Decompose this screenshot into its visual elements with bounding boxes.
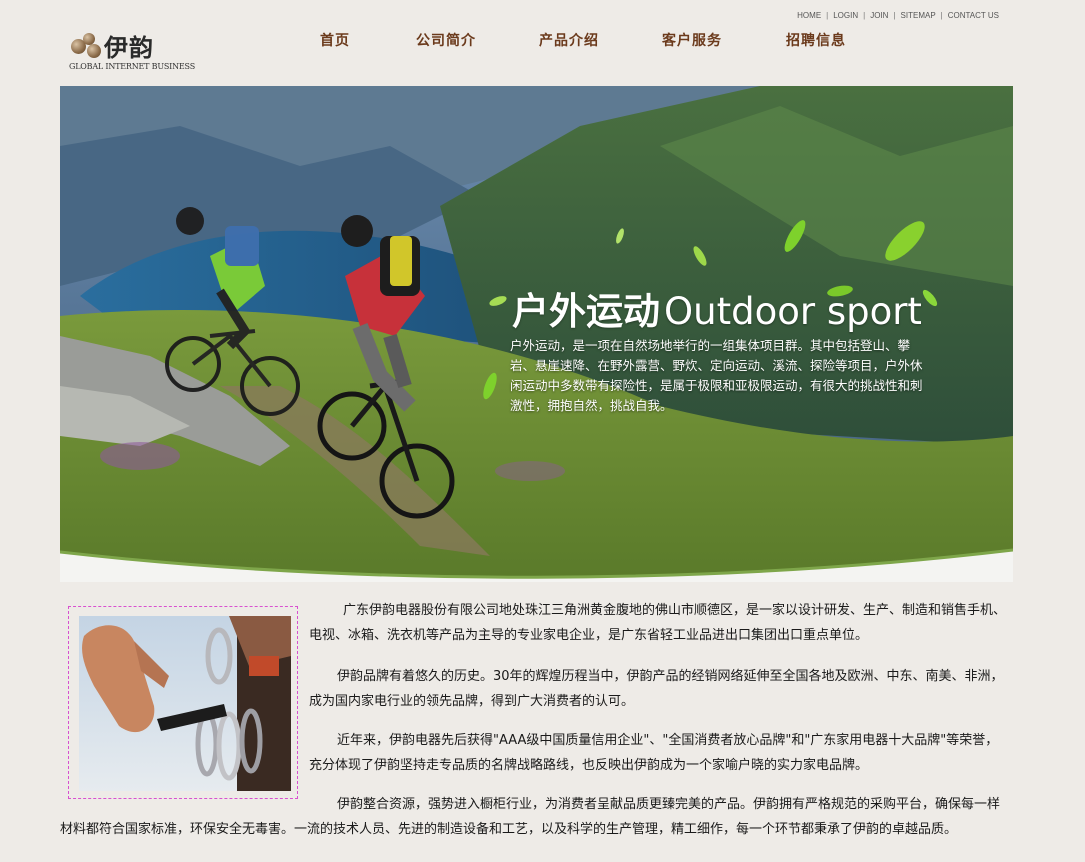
divider: | <box>826 11 829 20</box>
page: 伊韵 GLOBAL INTERNET BUSINESS HOME | LOGIN | J… <box>0 0 1085 862</box>
nav-home[interactable]: 首页 <box>320 30 350 50</box>
nav-about[interactable]: 公司简介 <box>416 30 476 50</box>
nav-products[interactable]: 产品介绍 <box>539 30 599 50</box>
logo-subtitle: GLOBAL INTERNET BUSINESS <box>69 62 195 71</box>
intro-paragraph-3: 近年来，伊韵电器先后获得"AAA级中国质量信用企业"、"全国消费者放心品牌"和"… <box>309 733 999 773</box>
top-link-join[interactable]: JOIN <box>870 11 888 20</box>
top-links: HOME | LOGIN | JOIN | SITEMAP | CONTACT US <box>797 11 999 20</box>
intro-paragraph-4: 伊韵整合资源，强势进入橱柜行业，为消费者呈献品质更臻完美的产品。伊韵拥有严格规范… <box>60 797 1001 837</box>
top-link-contact[interactable]: CONTACT US <box>948 11 999 20</box>
banner-title: 户外运动 Outdoor sport <box>512 281 922 335</box>
nav-service[interactable]: 客户服务 <box>662 30 722 50</box>
logo-icon <box>68 30 102 60</box>
content-photo <box>79 616 291 791</box>
logo-text: 伊韵 <box>104 34 154 62</box>
nav-jobs[interactable]: 招聘信息 <box>786 30 846 50</box>
top-link-login[interactable]: LOGIN <box>833 11 858 20</box>
divider: | <box>893 11 896 20</box>
banner-title-en: Outdoor sport <box>664 290 922 333</box>
divider: | <box>863 11 866 20</box>
intro-paragraph-2: 伊韵品牌有着悠久的历史。30年的辉煌历程当中，伊韵产品的经销网络延伸至全国各地及… <box>309 669 1004 709</box>
banner-title-cn: 户外运动 <box>512 290 660 333</box>
logo[interactable]: 伊韵 GLOBAL INTERNET BUSINESS <box>68 28 195 74</box>
banner-description: 户外运动，是一项在自然场地举行的一组集体项目群。其中包括登山、攀岩、悬崖速降、在… <box>510 338 923 413</box>
top-link-home[interactable]: HOME <box>797 11 821 20</box>
top-link-sitemap[interactable]: SITEMAP <box>901 11 936 20</box>
content-photo-frame <box>68 606 298 799</box>
divider: | <box>940 11 943 20</box>
intro-paragraph-1: 广东伊韵电器股份有限公司地处珠江三角洲黄金腹地的佛山市顺德区，是一家以设计研发、… <box>309 603 1007 643</box>
hero-banner[interactable]: 户外运动 Outdoor sport 户外运动，是一项在自然场地举行的一组集体项目… <box>60 86 1013 582</box>
